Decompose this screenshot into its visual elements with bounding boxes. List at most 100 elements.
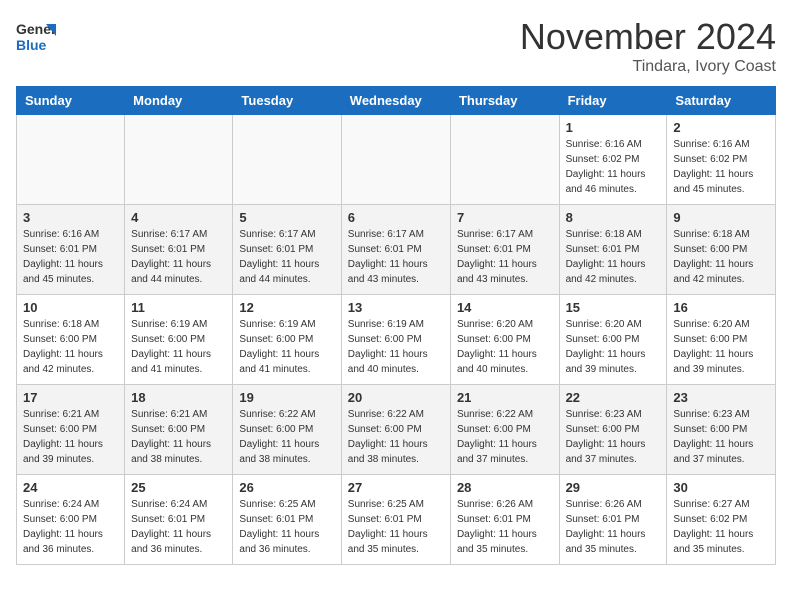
day-info: Sunrise: 6:21 AM Sunset: 6:00 PM Dayligh… xyxy=(23,407,118,467)
calendar-day-header: Wednesday xyxy=(341,87,450,115)
day-info: Sunrise: 6:22 AM Sunset: 6:00 PM Dayligh… xyxy=(457,407,553,467)
page-header: General Blue November 2024 Tindara, Ivor… xyxy=(16,16,776,76)
day-number: 15 xyxy=(566,300,661,315)
calendar-day-header: Thursday xyxy=(450,87,559,115)
day-number: 21 xyxy=(457,390,553,405)
calendar-week-row: 17 Sunrise: 6:21 AM Sunset: 6:00 PM Dayl… xyxy=(17,385,776,475)
calendar-day-cell xyxy=(341,115,450,205)
svg-text:Blue: Blue xyxy=(16,37,47,53)
day-number: 3 xyxy=(23,210,118,225)
calendar-day-cell: 9 Sunrise: 6:18 AM Sunset: 6:00 PM Dayli… xyxy=(667,205,776,295)
calendar-day-cell: 16 Sunrise: 6:20 AM Sunset: 6:00 PM Dayl… xyxy=(667,295,776,385)
day-number: 7 xyxy=(457,210,553,225)
calendar-day-cell: 10 Sunrise: 6:18 AM Sunset: 6:00 PM Dayl… xyxy=(17,295,125,385)
calendar-day-cell: 23 Sunrise: 6:23 AM Sunset: 6:00 PM Dayl… xyxy=(667,385,776,475)
calendar-day-cell: 25 Sunrise: 6:24 AM Sunset: 6:01 PM Dayl… xyxy=(125,475,233,565)
calendar-day-cell: 26 Sunrise: 6:25 AM Sunset: 6:01 PM Dayl… xyxy=(233,475,341,565)
calendar-day-cell: 24 Sunrise: 6:24 AM Sunset: 6:00 PM Dayl… xyxy=(17,475,125,565)
day-info: Sunrise: 6:19 AM Sunset: 6:00 PM Dayligh… xyxy=(239,317,334,377)
day-info: Sunrise: 6:19 AM Sunset: 6:00 PM Dayligh… xyxy=(348,317,444,377)
svg-text:General: General xyxy=(16,21,56,37)
day-info: Sunrise: 6:18 AM Sunset: 6:01 PM Dayligh… xyxy=(566,227,661,287)
day-info: Sunrise: 6:18 AM Sunset: 6:00 PM Dayligh… xyxy=(673,227,769,287)
day-number: 26 xyxy=(239,480,334,495)
day-info: Sunrise: 6:20 AM Sunset: 6:00 PM Dayligh… xyxy=(457,317,553,377)
day-number: 19 xyxy=(239,390,334,405)
calendar-day-cell: 2 Sunrise: 6:16 AM Sunset: 6:02 PM Dayli… xyxy=(667,115,776,205)
day-info: Sunrise: 6:26 AM Sunset: 6:01 PM Dayligh… xyxy=(457,497,553,557)
calendar-day-header: Saturday xyxy=(667,87,776,115)
day-number: 1 xyxy=(566,120,661,135)
day-number: 11 xyxy=(131,300,226,315)
calendar-day-cell xyxy=(17,115,125,205)
day-number: 10 xyxy=(23,300,118,315)
calendar-day-cell: 20 Sunrise: 6:22 AM Sunset: 6:00 PM Dayl… xyxy=(341,385,450,475)
calendar-day-cell: 4 Sunrise: 6:17 AM Sunset: 6:01 PM Dayli… xyxy=(125,205,233,295)
day-info: Sunrise: 6:17 AM Sunset: 6:01 PM Dayligh… xyxy=(239,227,334,287)
title-block: November 2024 Tindara, Ivory Coast xyxy=(520,16,776,76)
calendar-week-row: 24 Sunrise: 6:24 AM Sunset: 6:00 PM Dayl… xyxy=(17,475,776,565)
day-info: Sunrise: 6:24 AM Sunset: 6:01 PM Dayligh… xyxy=(131,497,226,557)
calendar-day-cell: 17 Sunrise: 6:21 AM Sunset: 6:00 PM Dayl… xyxy=(17,385,125,475)
day-number: 30 xyxy=(673,480,769,495)
calendar-day-header: Friday xyxy=(559,87,667,115)
day-number: 5 xyxy=(239,210,334,225)
day-number: 14 xyxy=(457,300,553,315)
day-info: Sunrise: 6:22 AM Sunset: 6:00 PM Dayligh… xyxy=(348,407,444,467)
day-number: 17 xyxy=(23,390,118,405)
calendar-day-header: Tuesday xyxy=(233,87,341,115)
calendar-day-cell: 3 Sunrise: 6:16 AM Sunset: 6:01 PM Dayli… xyxy=(17,205,125,295)
calendar-day-cell: 22 Sunrise: 6:23 AM Sunset: 6:00 PM Dayl… xyxy=(559,385,667,475)
calendar-day-header: Monday xyxy=(125,87,233,115)
calendar-day-cell: 29 Sunrise: 6:26 AM Sunset: 6:01 PM Dayl… xyxy=(559,475,667,565)
day-number: 24 xyxy=(23,480,118,495)
calendar-week-row: 3 Sunrise: 6:16 AM Sunset: 6:01 PM Dayli… xyxy=(17,205,776,295)
calendar-header-row: SundayMondayTuesdayWednesdayThursdayFrid… xyxy=(17,87,776,115)
day-info: Sunrise: 6:21 AM Sunset: 6:00 PM Dayligh… xyxy=(131,407,226,467)
calendar-table: SundayMondayTuesdayWednesdayThursdayFrid… xyxy=(16,86,776,565)
month-title: November 2024 xyxy=(520,16,776,58)
calendar-day-cell xyxy=(233,115,341,205)
calendar-week-row: 10 Sunrise: 6:18 AM Sunset: 6:00 PM Dayl… xyxy=(17,295,776,385)
day-info: Sunrise: 6:23 AM Sunset: 6:00 PM Dayligh… xyxy=(566,407,661,467)
calendar-day-cell: 12 Sunrise: 6:19 AM Sunset: 6:00 PM Dayl… xyxy=(233,295,341,385)
calendar-day-cell: 13 Sunrise: 6:19 AM Sunset: 6:00 PM Dayl… xyxy=(341,295,450,385)
calendar-day-cell: 27 Sunrise: 6:25 AM Sunset: 6:01 PM Dayl… xyxy=(341,475,450,565)
calendar-day-cell: 19 Sunrise: 6:22 AM Sunset: 6:00 PM Dayl… xyxy=(233,385,341,475)
day-number: 29 xyxy=(566,480,661,495)
calendar-day-cell: 11 Sunrise: 6:19 AM Sunset: 6:00 PM Dayl… xyxy=(125,295,233,385)
day-info: Sunrise: 6:25 AM Sunset: 6:01 PM Dayligh… xyxy=(239,497,334,557)
day-info: Sunrise: 6:16 AM Sunset: 6:02 PM Dayligh… xyxy=(673,137,769,197)
day-info: Sunrise: 6:27 AM Sunset: 6:02 PM Dayligh… xyxy=(673,497,769,557)
day-info: Sunrise: 6:25 AM Sunset: 6:01 PM Dayligh… xyxy=(348,497,444,557)
day-info: Sunrise: 6:23 AM Sunset: 6:00 PM Dayligh… xyxy=(673,407,769,467)
day-number: 25 xyxy=(131,480,226,495)
calendar-day-header: Sunday xyxy=(17,87,125,115)
day-number: 23 xyxy=(673,390,769,405)
calendar-day-cell: 1 Sunrise: 6:16 AM Sunset: 6:02 PM Dayli… xyxy=(559,115,667,205)
day-info: Sunrise: 6:20 AM Sunset: 6:00 PM Dayligh… xyxy=(673,317,769,377)
day-number: 18 xyxy=(131,390,226,405)
calendar-day-cell xyxy=(125,115,233,205)
calendar-day-cell: 15 Sunrise: 6:20 AM Sunset: 6:00 PM Dayl… xyxy=(559,295,667,385)
logo-icon: General Blue xyxy=(16,16,56,61)
day-info: Sunrise: 6:20 AM Sunset: 6:00 PM Dayligh… xyxy=(566,317,661,377)
day-info: Sunrise: 6:22 AM Sunset: 6:00 PM Dayligh… xyxy=(239,407,334,467)
day-number: 13 xyxy=(348,300,444,315)
day-number: 6 xyxy=(348,210,444,225)
day-info: Sunrise: 6:16 AM Sunset: 6:02 PM Dayligh… xyxy=(566,137,661,197)
day-info: Sunrise: 6:17 AM Sunset: 6:01 PM Dayligh… xyxy=(457,227,553,287)
day-number: 22 xyxy=(566,390,661,405)
calendar-day-cell: 30 Sunrise: 6:27 AM Sunset: 6:02 PM Dayl… xyxy=(667,475,776,565)
day-number: 9 xyxy=(673,210,769,225)
day-info: Sunrise: 6:17 AM Sunset: 6:01 PM Dayligh… xyxy=(348,227,444,287)
day-number: 27 xyxy=(348,480,444,495)
day-number: 20 xyxy=(348,390,444,405)
logo: General Blue xyxy=(16,16,58,61)
day-info: Sunrise: 6:24 AM Sunset: 6:00 PM Dayligh… xyxy=(23,497,118,557)
day-info: Sunrise: 6:17 AM Sunset: 6:01 PM Dayligh… xyxy=(131,227,226,287)
day-info: Sunrise: 6:26 AM Sunset: 6:01 PM Dayligh… xyxy=(566,497,661,557)
calendar-week-row: 1 Sunrise: 6:16 AM Sunset: 6:02 PM Dayli… xyxy=(17,115,776,205)
location-title: Tindara, Ivory Coast xyxy=(520,58,776,76)
day-number: 4 xyxy=(131,210,226,225)
